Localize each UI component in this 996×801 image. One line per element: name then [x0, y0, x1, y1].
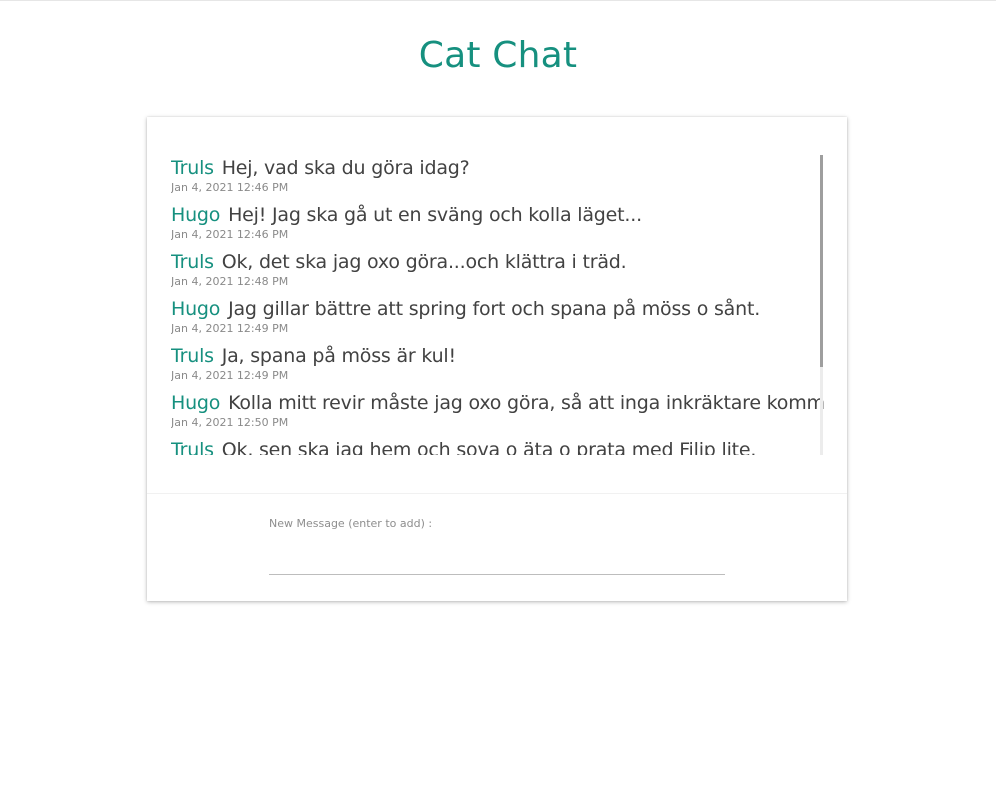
message-author: Hugo: [171, 298, 221, 320]
message-author: Truls: [171, 439, 214, 455]
message-timestamp: Jan 4, 2021 12:48 PM: [171, 275, 289, 288]
message-timestamp: Jan 4, 2021 12:49 PM: [171, 322, 289, 335]
message-timestamp: Jan 4, 2021 12:46 PM: [171, 228, 289, 241]
message-timestamp: Jan 4, 2021 12:49 PM: [171, 369, 289, 382]
message-text: Ok, sen ska jag hem och sova o äta o pra…: [221, 439, 757, 455]
message-timestamp: Jan 4, 2021 12:46 PM: [171, 181, 289, 194]
new-message-input[interactable]: [269, 533, 725, 575]
message-list[interactable]: Truls Hej, vad ska du göra idag? Jan 4, …: [171, 155, 824, 455]
message-list-scrollbar[interactable]: [820, 155, 823, 455]
page: Cat Chat Truls Hej, vad ska du göra idag…: [0, 0, 996, 801]
divider: [147, 493, 847, 494]
message-author: Truls: [171, 157, 214, 179]
message-author: Hugo: [171, 392, 221, 414]
message-author: Truls: [171, 251, 214, 273]
message-item: Hugo Hej! Jag ska gå ut en sväng och kol…: [171, 202, 824, 246]
page-title: Cat Chat: [418, 35, 578, 76]
message-text: Ja, spana på möss är kul!: [221, 345, 456, 367]
message-text: Ok, det ska jag oxo göra...och klättra i…: [221, 251, 627, 273]
message-timestamp: Jan 4, 2021 12:50 PM: [171, 416, 289, 429]
scrollbar-thumb[interactable]: [820, 155, 823, 367]
message-author: Hugo: [171, 204, 221, 226]
message-text: Kolla mitt revir måste jag oxo göra, så …: [228, 392, 824, 414]
message-item: Truls Ok, det ska jag oxo göra...och klä…: [171, 249, 824, 293]
message-item: Hugo Kolla mitt revir måste jag oxo göra…: [171, 390, 824, 434]
new-message-form: New Message (enter to add) :: [269, 517, 725, 575]
new-message-label: New Message (enter to add) :: [269, 517, 433, 530]
message-item: Truls Ok, sen ska jag hem och sova o äta…: [171, 437, 824, 455]
message-author: Truls: [171, 345, 214, 367]
message-item: Truls Ja, spana på möss är kul! Jan 4, 2…: [171, 343, 824, 387]
message-text: Hej! Jag ska gå ut en sväng och kolla lä…: [228, 204, 642, 226]
chat-card: Truls Hej, vad ska du göra idag? Jan 4, …: [147, 117, 847, 601]
message-item: Hugo Jag gillar bättre att spring fort o…: [171, 296, 824, 340]
message-item: Truls Hej, vad ska du göra idag? Jan 4, …: [171, 155, 824, 199]
message-text: Hej, vad ska du göra idag?: [221, 157, 470, 179]
message-text: Jag gillar bättre att spring fort och sp…: [228, 298, 761, 320]
